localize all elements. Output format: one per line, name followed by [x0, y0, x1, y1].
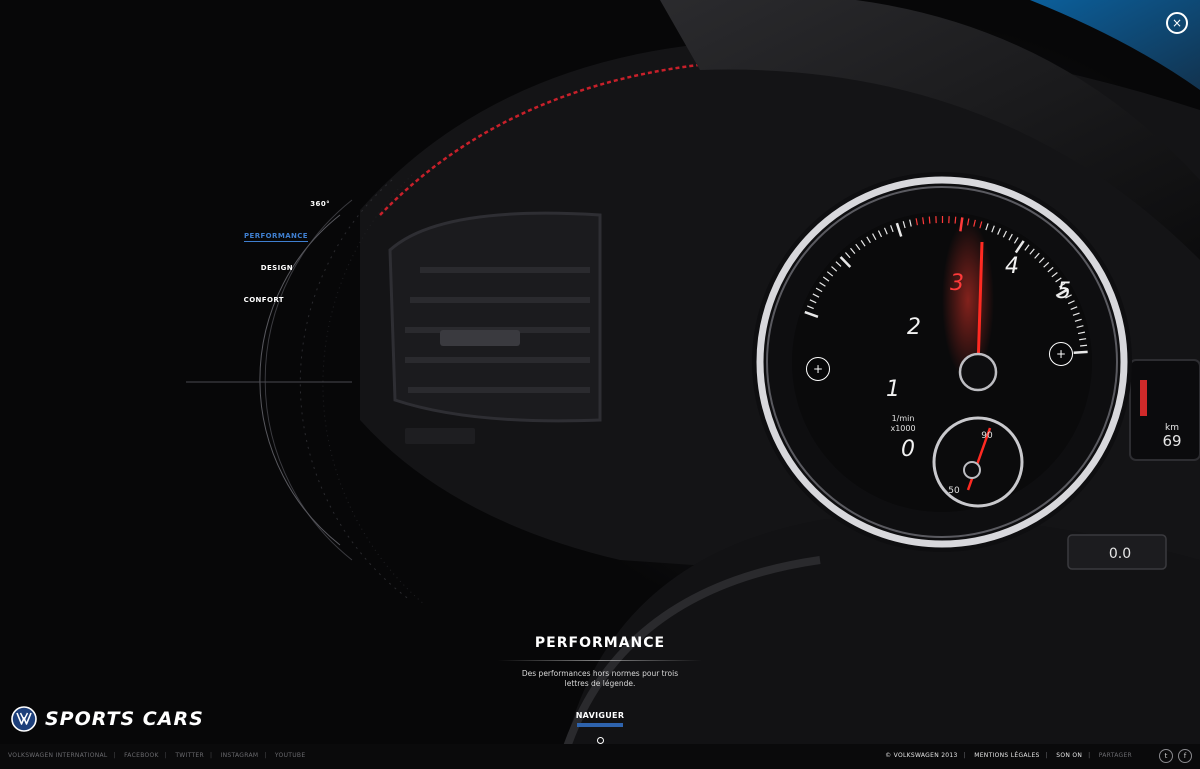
footer-separator: | — [113, 752, 116, 759]
footer-link-twitter[interactable]: TWITTER — [175, 752, 204, 759]
vw-logo-icon — [11, 706, 37, 732]
footer-link-volkswagen-international[interactable]: VOLKSWAGEN INTERNATIONAL — [8, 752, 108, 759]
odometer-value: 0.0 — [1109, 546, 1131, 562]
small-gauge-top: 90 — [981, 431, 993, 441]
footer-link-youtube[interactable]: YOUTUBE — [275, 752, 306, 759]
section-divider — [498, 660, 702, 661]
copyright: © VOLKSWAGEN 2013 — [885, 752, 958, 759]
legal-link[interactable]: MENTIONS LÉGALES — [974, 752, 1039, 759]
footer-right: © VOLKSWAGEN 2013 | MENTIONS LÉGALES | SON… — [885, 752, 1132, 759]
footer-separator: | — [264, 752, 267, 759]
plus-icon: + — [812, 362, 824, 376]
gauge-unit-line1: 1/min — [892, 414, 915, 423]
gauge-number-1: 1 — [886, 377, 900, 402]
scroll-indicator-icon — [596, 737, 604, 744]
nav-item-performance[interactable]: PERFORMANCE — [244, 232, 308, 242]
brand-logo[interactable]: SPORTS CARS — [11, 706, 204, 732]
gauge-number-5: 5 — [1057, 279, 1071, 304]
naviguer-label: NAVIGUER — [575, 711, 625, 720]
close-button[interactable]: × — [1166, 12, 1188, 34]
footer-separator: | — [963, 752, 966, 759]
footer-link-facebook[interactable]: FACEBOOK — [124, 752, 159, 759]
sound-toggle[interactable]: SON ON — [1056, 752, 1082, 759]
dashboard-illustration: 0 1 2 3 4 5 1/min x1000 90 50 0.0 km 69 — [186, 0, 1200, 769]
footer-separator: | — [164, 752, 168, 759]
hotspot-left-button[interactable]: + — [806, 357, 830, 381]
gauge-tick — [954, 216, 957, 224]
gauge-tick — [1073, 350, 1088, 355]
gauge-unit-line2: x1000 — [890, 424, 915, 433]
nav-item-360[interactable]: 360° — [310, 200, 330, 208]
km-value: 69 — [1162, 432, 1181, 450]
footer-link-instagram[interactable]: INSTAGRAM — [221, 752, 259, 759]
footer-separator: | — [209, 752, 213, 759]
nav-item-confort[interactable]: CONFORT — [244, 296, 284, 304]
gauge-number-2: 2 — [907, 315, 921, 340]
footer: VOLKSWAGEN INTERNATIONAL | FACEBOOK | TWIT… — [0, 744, 1200, 769]
facebook-icon[interactable]: f — [1178, 749, 1192, 763]
footer-separator: | — [1088, 752, 1091, 759]
footer-links: VOLKSWAGEN INTERNATIONAL | FACEBOOK | TWIT… — [8, 752, 305, 759]
hotspot-right-button[interactable]: + — [1049, 342, 1073, 366]
gauge-tick — [1080, 344, 1088, 347]
plus-icon: + — [1055, 347, 1067, 361]
close-icon: × — [1171, 16, 1183, 30]
gauge-number-0: 0 — [901, 437, 915, 462]
dashboard-scene: 0 1 2 3 4 5 1/min x1000 90 50 0.0 km 69 … — [0, 0, 1200, 769]
brand-name: SPORTS CARS — [45, 708, 204, 730]
naviguer-button[interactable]: NAVIGUER — [570, 711, 630, 744]
section-description: Des performances hors normes pour trois … — [521, 669, 679, 688]
gauge-tick — [928, 216, 931, 224]
nav-item-design[interactable]: DESIGN — [261, 264, 293, 272]
small-gauge-bottom: 50 — [948, 486, 960, 496]
share-label: PARTAGER — [1098, 752, 1132, 759]
gauge-number-4: 4 — [1005, 254, 1019, 279]
gauge-number-3: 3 — [950, 271, 964, 296]
naviguer-underline — [577, 723, 623, 727]
footer-separator: | — [1045, 752, 1048, 759]
section-title: PERFORMANCE — [534, 635, 666, 651]
twitter-icon[interactable]: t — [1159, 749, 1173, 763]
